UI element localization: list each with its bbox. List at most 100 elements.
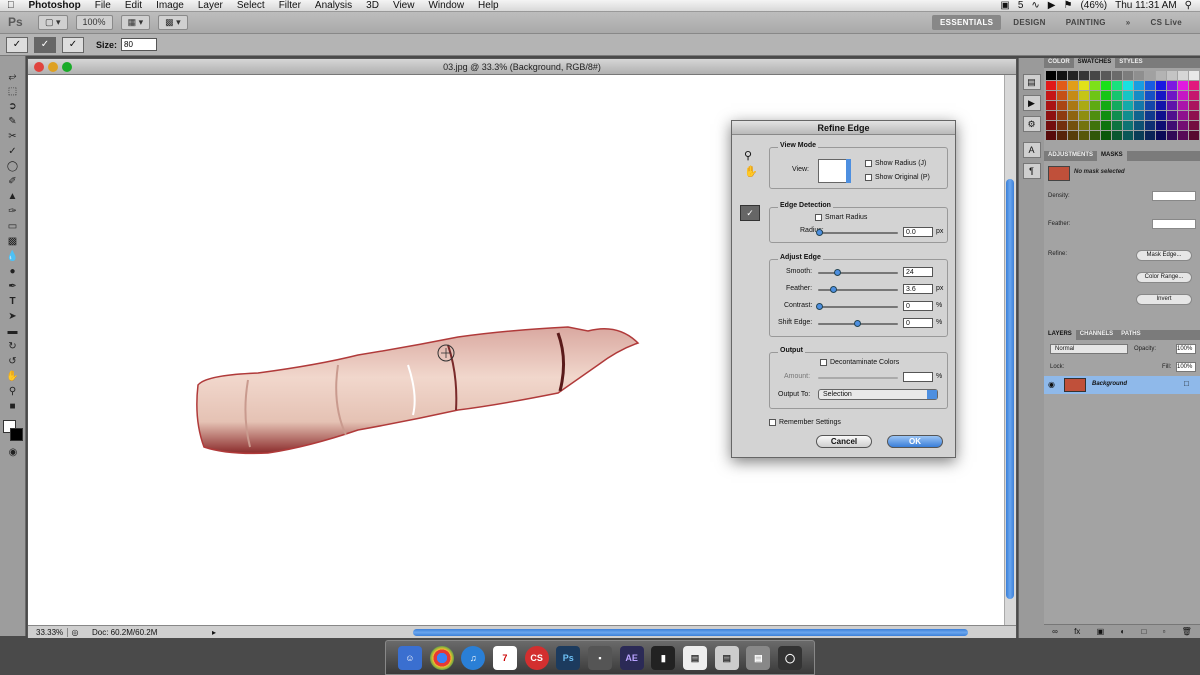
swatch[interactable] [1090, 91, 1100, 100]
swatch[interactable] [1123, 71, 1133, 80]
swatch[interactable] [1123, 131, 1133, 140]
hand-tool-icon[interactable]: ✋ [4, 370, 22, 383]
smooth-slider-knob[interactable] [834, 269, 841, 276]
clock[interactable]: Thu 11:31 AM [1115, 0, 1177, 11]
trash-icon[interactable]: ◯ [778, 645, 803, 670]
opacity-input[interactable]: 100% [1176, 344, 1196, 354]
shift-edge-slider-knob[interactable] [854, 320, 861, 327]
zoom-window-icon[interactable] [62, 62, 72, 72]
output-to-dropdown[interactable]: Selection [818, 389, 938, 400]
swatch[interactable] [1167, 121, 1177, 130]
window-stack-icon[interactable]: ▤ [714, 645, 739, 670]
tab-color[interactable]: COLOR [1044, 58, 1074, 68]
swatch[interactable] [1090, 71, 1100, 80]
decontaminate-checkbox[interactable]: Decontaminate Colors [820, 359, 899, 366]
swatch[interactable] [1156, 81, 1166, 90]
swatch[interactable] [1167, 111, 1177, 120]
actions-panel-icon[interactable]: ▶ [1022, 95, 1041, 111]
invert-button[interactable]: Invert [1136, 294, 1192, 305]
refine-radius-tool-icon[interactable]: ✓ [740, 205, 760, 221]
swatch[interactable] [1134, 71, 1144, 80]
shape-tool-icon[interactable]: ▬ [4, 325, 22, 338]
color-range-button[interactable]: Color Range... [1136, 272, 1192, 283]
minimize-window-icon[interactable] [48, 62, 58, 72]
swatch[interactable] [1090, 111, 1100, 120]
swatch[interactable] [1189, 131, 1199, 140]
swatch[interactable] [1079, 81, 1089, 90]
swatch[interactable] [1156, 91, 1166, 100]
swatch[interactable] [1046, 131, 1056, 140]
dodge-tool-icon[interactable]: ● [4, 265, 22, 278]
contrast-slider[interactable] [816, 303, 898, 310]
radius-slider[interactable] [816, 229, 898, 236]
swatch[interactable] [1068, 91, 1078, 100]
swatch[interactable] [1145, 91, 1155, 100]
marquee-tool-icon[interactable]: ⬚ [4, 85, 22, 98]
arrange-documents-dropdown[interactable]: ▦ ▾ [120, 15, 151, 30]
tab-styles[interactable]: STYLES [1115, 58, 1146, 68]
contrast-slider-knob[interactable] [816, 303, 823, 310]
new-group-icon[interactable]: □ [1141, 627, 1146, 636]
workspace-design[interactable]: DESIGN [1005, 15, 1053, 30]
swatch[interactable] [1134, 131, 1144, 140]
menu-file[interactable]: File [88, 0, 118, 11]
swatch[interactable] [1156, 101, 1166, 110]
feather-slider-knob[interactable] [830, 286, 837, 293]
swatch[interactable] [1046, 71, 1056, 80]
wifi-icon[interactable]: ∿ [1031, 0, 1039, 11]
tab-layers[interactable]: LAYERS [1044, 330, 1076, 340]
swatch[interactable] [1101, 121, 1111, 130]
pen-tool-icon[interactable]: ✒ [4, 280, 22, 293]
spotlight-icon[interactable]: ⚲ [1185, 0, 1192, 11]
background-color-swatch[interactable] [10, 428, 23, 441]
finder-icon[interactable]: ☺ [397, 645, 422, 670]
zoom-field[interactable]: 33.33% [28, 627, 68, 637]
apple-icon[interactable]:  [0, 0, 22, 11]
swatch[interactable] [1112, 121, 1122, 130]
swatch[interactable] [1079, 131, 1089, 140]
move-tool-icon[interactable]: ⥂ [4, 70, 22, 83]
swatch[interactable] [1046, 111, 1056, 120]
menu-layer[interactable]: Layer [191, 0, 230, 11]
link-layers-icon[interactable]: ∞ [1052, 627, 1058, 636]
film-icon[interactable]: ▮ [651, 645, 676, 670]
photoshop-icon[interactable]: Ps [556, 645, 581, 670]
swatch[interactable] [1189, 101, 1199, 110]
swatch[interactable] [1178, 101, 1188, 110]
layer-style-icon[interactable]: fx [1074, 627, 1080, 636]
swatch[interactable] [1079, 101, 1089, 110]
swatch[interactable] [1178, 111, 1188, 120]
menu-3d[interactable]: 3D [359, 0, 386, 11]
swatch[interactable] [1079, 121, 1089, 130]
cs-live-button[interactable]: CS Live [1143, 15, 1190, 30]
swatch[interactable] [1057, 91, 1067, 100]
swatch[interactable] [1167, 101, 1177, 110]
swatch[interactable] [1090, 121, 1100, 130]
chart-icon[interactable]: ▤ [746, 645, 771, 670]
tab-adjustments[interactable]: ADJUSTMENTS [1044, 151, 1097, 161]
ok-button[interactable]: OK [887, 435, 943, 448]
fill-input[interactable]: 100% [1176, 362, 1196, 372]
swatch[interactable] [1068, 81, 1078, 90]
after-effects-icon[interactable]: AE [619, 645, 644, 670]
swatch[interactable] [1189, 111, 1199, 120]
history-brush-tool-icon[interactable]: ✑ [4, 205, 22, 218]
swatch[interactable] [1112, 101, 1122, 110]
swatch[interactable] [1079, 111, 1089, 120]
swatch[interactable] [1112, 131, 1122, 140]
path-selection-tool-icon[interactable]: ➤ [4, 310, 22, 323]
swatch[interactable] [1112, 91, 1122, 100]
tab-paths[interactable]: PATHS [1117, 330, 1144, 340]
delete-layer-icon[interactable]: 🗑 [1182, 627, 1192, 636]
lasso-tool-icon[interactable]: ➲ [4, 100, 22, 113]
swatch[interactable] [1101, 101, 1111, 110]
show-radius-box[interactable] [865, 160, 872, 167]
menu-edit[interactable]: Edit [118, 0, 149, 11]
swatch[interactable] [1156, 131, 1166, 140]
healing-brush-tool-icon[interactable]: ◯ [4, 160, 22, 173]
brush-tool-icon[interactable]: ✐ [4, 175, 22, 188]
radius-slider-knob[interactable] [816, 229, 823, 236]
swatch[interactable] [1145, 111, 1155, 120]
swatch[interactable] [1167, 81, 1177, 90]
feather-panel-input[interactable] [1152, 219, 1196, 229]
